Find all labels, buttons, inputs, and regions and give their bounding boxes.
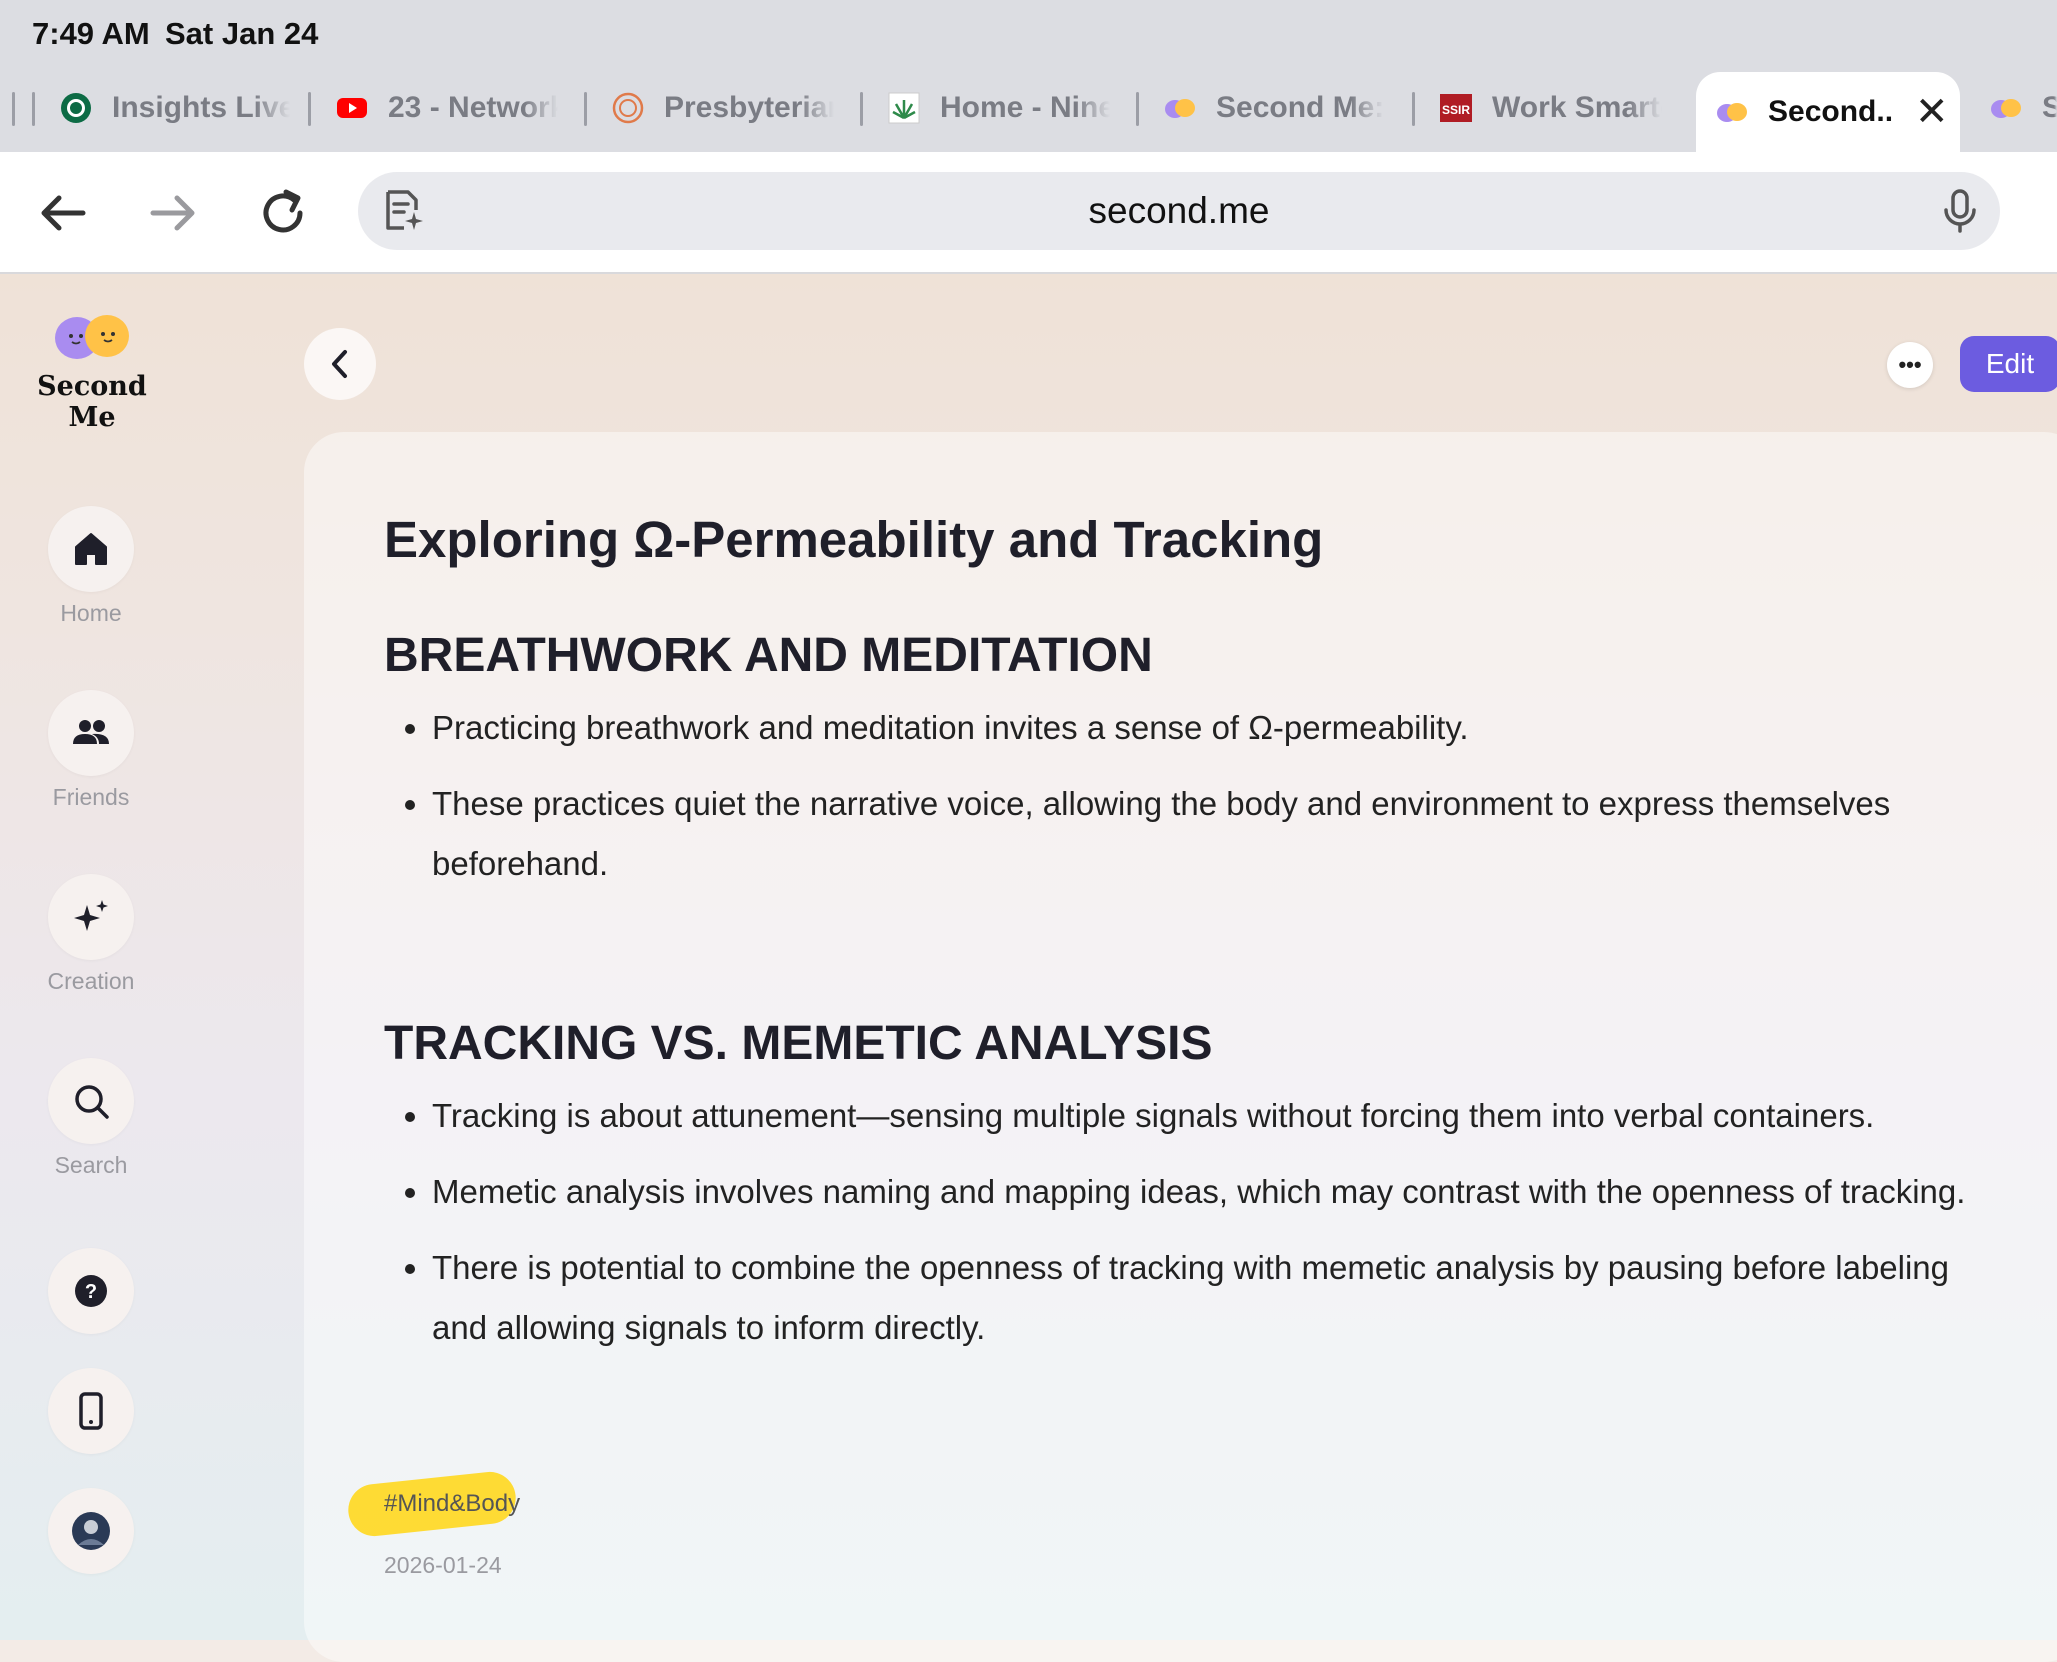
tab-insights-live[interactable]: Insights Live xyxy=(60,82,290,134)
tab-bar: Insights Live 23 - Network Presbyterian … xyxy=(0,64,2057,152)
back-icon[interactable] xyxy=(28,178,98,248)
nav-friends-label: Friends xyxy=(52,784,130,810)
tab-label: Second.. xyxy=(1768,95,1894,128)
home-icon xyxy=(75,533,107,565)
app-name: Second Me xyxy=(37,371,147,433)
tab-label: 23 - Network xyxy=(388,91,558,124)
second-me-icon xyxy=(1717,103,1747,122)
note-tag[interactable]: #Mind&Body xyxy=(384,1490,520,1518)
tab-second-me-active[interactable]: Second.. ✕ xyxy=(1696,72,1960,152)
close-tab-icon[interactable]: ✕ xyxy=(1915,89,1949,135)
tab-separator xyxy=(1136,92,1139,126)
chevron-left-icon xyxy=(332,350,347,378)
section-heading: BREATHWORK AND MEDITATION xyxy=(384,629,1153,682)
help-button[interactable]: ? xyxy=(20,1248,162,1334)
ssir-icon: SSIR xyxy=(1440,94,1472,122)
tab-home-nine[interactable]: Home - Nine xyxy=(888,82,1110,134)
microphone-icon[interactable] xyxy=(1940,188,1980,234)
profile-button[interactable] xyxy=(20,1488,162,1574)
tab-separator xyxy=(584,92,587,126)
tab-separator xyxy=(32,92,35,126)
list-item: These practices quiet the narrative voic… xyxy=(432,774,2012,894)
help-icon: ? xyxy=(75,1275,107,1307)
reload-icon[interactable] xyxy=(248,178,318,248)
help-glyph: ? xyxy=(85,1281,97,1303)
list-item: Memetic analysis involves naming and map… xyxy=(432,1162,2012,1222)
section-heading: TRACKING VS. MEMETIC ANALYSIS xyxy=(384,1017,1213,1070)
friends-icon xyxy=(73,720,109,744)
more-options-button[interactable]: ••• xyxy=(1887,342,1933,388)
nav-friends[interactable]: Friends xyxy=(20,690,162,811)
nav-creation-label: Creation xyxy=(47,968,135,994)
nav-home-label: Home xyxy=(60,600,122,626)
avatar xyxy=(72,1512,110,1550)
bullet-list: Practicing breathwork and meditation inv… xyxy=(384,698,2012,910)
tab-work-smarter[interactable]: SSIR Work Smarte xyxy=(1440,82,1662,134)
phone-icon xyxy=(79,1392,103,1430)
tab-separator xyxy=(12,92,15,126)
tab-presbyterian[interactable]: Presbyterian xyxy=(612,82,834,134)
nav-home[interactable]: Home xyxy=(20,506,162,627)
second-me-icon xyxy=(1165,99,1195,118)
sparkle-icon xyxy=(74,900,108,931)
edit-button[interactable]: Edit xyxy=(1960,336,2057,392)
tab-separator xyxy=(308,92,311,126)
app-area: Second Me Home Friends Creation Search ?… xyxy=(0,274,2057,1662)
list-item: Practicing breathwork and meditation inv… xyxy=(432,698,2012,758)
status-bar: 7:49 AM Sat Jan 24 xyxy=(0,0,2057,64)
note-date: 2026-01-24 xyxy=(384,1552,502,1578)
ssir-logo-text: SSIR xyxy=(1442,103,1470,117)
presbyterian-icon xyxy=(612,92,644,124)
bullet-list: Tracking is about attunement—sensing mul… xyxy=(384,1086,2012,1374)
starbucks-icon xyxy=(61,93,91,123)
tab-second-me[interactable]: Second Me: xyxy=(1164,82,1386,134)
nav-search[interactable]: Search xyxy=(20,1058,162,1179)
tab-second-me-extra[interactable]: S xyxy=(1990,82,2057,134)
note-card: Exploring Ω-Permeability and Tracking BR… xyxy=(304,432,2057,1662)
url-text: second.me xyxy=(1088,190,1270,231)
second-me-logo-icon xyxy=(55,315,129,359)
list-item: There is potential to combine the openne… xyxy=(432,1238,2012,1358)
address-bar[interactable]: second.me xyxy=(358,172,2000,250)
nav-creation[interactable]: Creation xyxy=(20,874,162,995)
browser-toolbar: second.me xyxy=(0,152,2057,274)
tab-separator xyxy=(860,92,863,126)
note-title: Exploring Ω-Permeability and Tracking xyxy=(384,511,1324,568)
tab-label: Insights Live xyxy=(112,91,290,124)
mobile-app-button[interactable] xyxy=(20,1368,162,1454)
back-button[interactable] xyxy=(304,328,376,400)
forward-icon[interactable] xyxy=(138,178,208,248)
list-item: Tracking is about attunement—sensing mul… xyxy=(432,1086,2012,1146)
tab-label: Second Me: xyxy=(1216,91,1385,124)
more-icon: ••• xyxy=(1898,352,1922,377)
tab-network[interactable]: 23 - Network xyxy=(336,82,558,134)
second-me-icon xyxy=(1991,99,2021,118)
search-icon xyxy=(75,1085,109,1119)
aloe-icon xyxy=(888,92,920,124)
tab-label: Presbyterian xyxy=(664,91,834,124)
app-logo[interactable]: Second Me xyxy=(22,308,162,433)
youtube-icon xyxy=(337,98,367,118)
tab-label: Work Smarte xyxy=(1492,91,1662,124)
tab-label: Home - Nine xyxy=(940,91,1110,124)
tab-label: S xyxy=(2042,91,2057,124)
nav-search-label: Search xyxy=(54,1152,128,1178)
status-time: 7:49 AM xyxy=(32,16,150,51)
tab-separator xyxy=(1412,92,1415,126)
status-date: Sat Jan 24 xyxy=(165,16,319,51)
